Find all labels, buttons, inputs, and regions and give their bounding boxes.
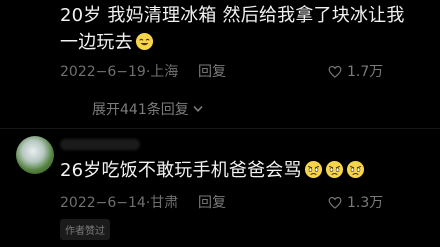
crying-face-icon	[325, 160, 343, 179]
expand-replies-button[interactable]: 展开441条回复	[92, 99, 203, 119]
comment-2-text-wrap: 26岁吃饭不敢玩手机爸爸会骂	[60, 158, 365, 184]
comment-2-date: 2022−6−14	[60, 195, 146, 211]
comment-1-meta: 2022−6−19·上海	[60, 64, 179, 80]
expand-replies-label: 展开441条回复	[92, 102, 189, 118]
crying-face-icon	[346, 160, 364, 179]
smiling-face-icon	[135, 32, 153, 51]
comment-1-location: 上海	[150, 64, 179, 80]
comment-1-text-line-2: 一边玩去	[60, 32, 133, 53]
divider	[0, 128, 440, 129]
heart-icon	[328, 196, 342, 209]
comment-1-text-line-2-wrap: 一边玩去	[60, 30, 154, 56]
avatar[interactable]	[16, 136, 54, 174]
comment-1-reply-button[interactable]: 回复	[198, 61, 226, 81]
comment-2-reply-button[interactable]: 回复	[198, 192, 226, 212]
heart-icon	[328, 65, 342, 78]
author-liked-badge: 作者赞过	[60, 219, 110, 240]
comment-1-date: 2022−6−19	[60, 64, 146, 80]
comment-1-like-count: 1.7万	[347, 64, 384, 80]
crying-face-icon	[304, 160, 322, 179]
chevron-down-icon	[193, 105, 203, 112]
comment-2-location: 甘肃	[150, 195, 179, 211]
comment-2-like-count: 1.3万	[347, 195, 384, 211]
comment-2-meta: 2022−6−14·甘肃	[60, 195, 179, 211]
comment-1-text-line-1: 20岁 我妈清理冰箱 然后给我拿了块冰让我	[60, 5, 405, 26]
comment-2-text: 26岁吃饭不敢玩手机爸爸会骂	[60, 160, 302, 181]
comment-1-like-button[interactable]: 1.7万	[328, 61, 383, 81]
username-blurred[interactable]	[60, 139, 140, 150]
comment-2-like-button[interactable]: 1.3万	[328, 192, 383, 212]
